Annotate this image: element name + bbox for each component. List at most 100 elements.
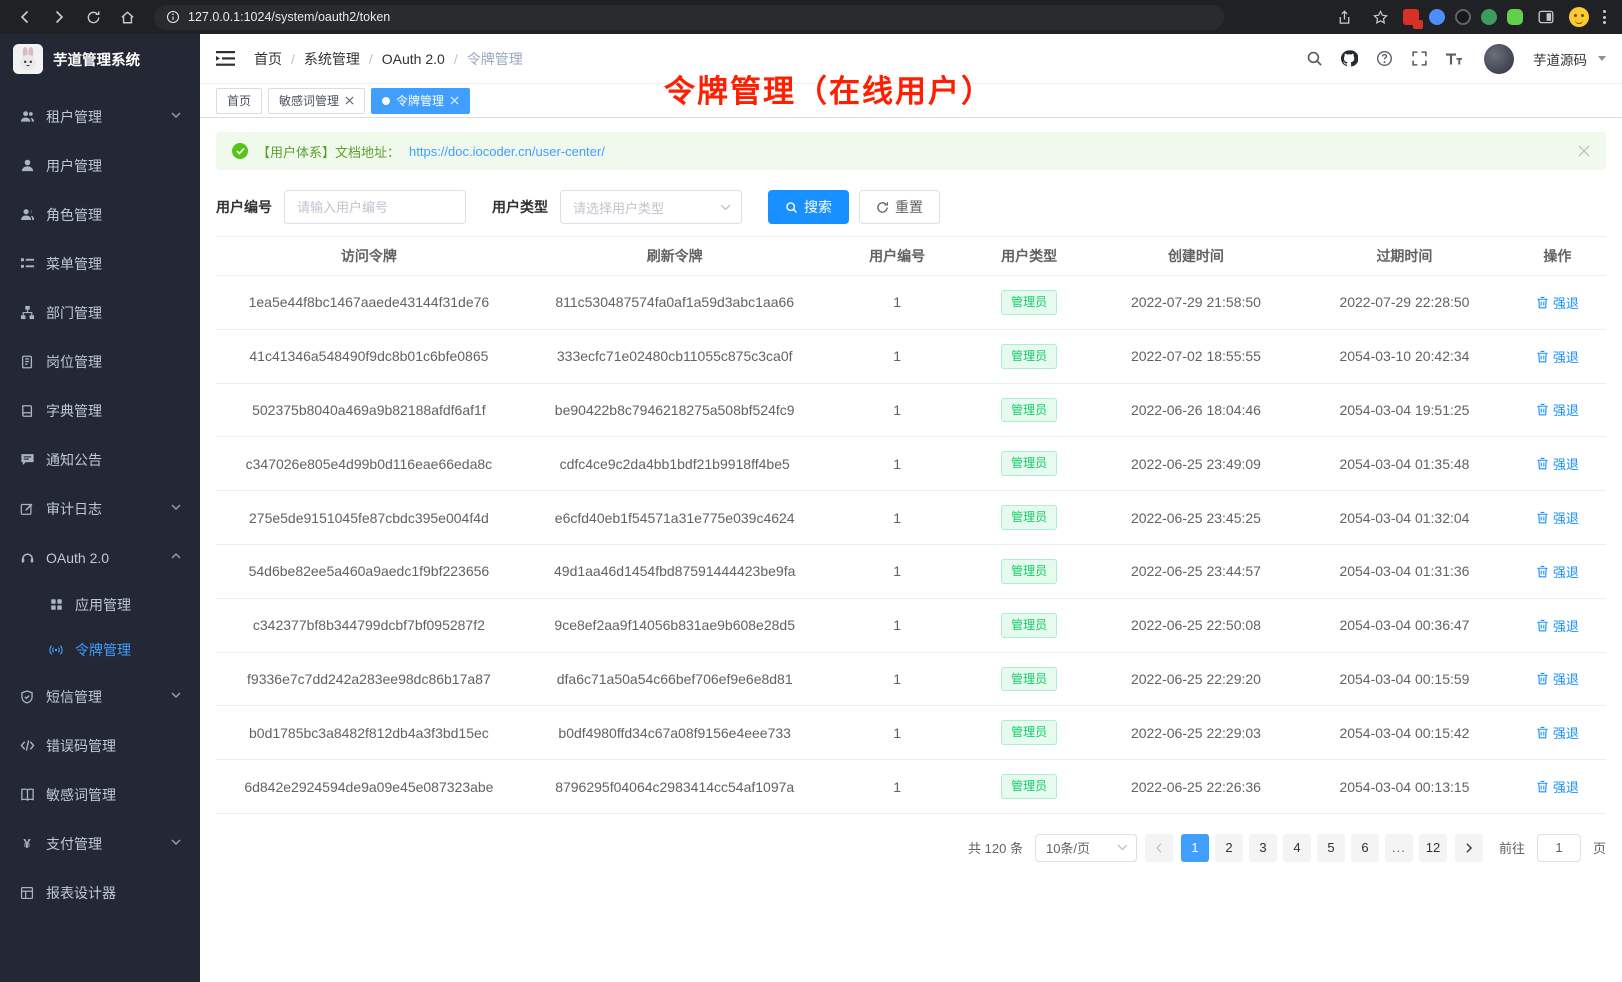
sidebar-item-dict[interactable]: 字典管理 <box>0 386 200 435</box>
sidebar-item-notice[interactable]: 通知公告 <box>0 435 200 484</box>
oauth-headset-icon <box>19 550 35 566</box>
pagination-page-button[interactable]: 3 <box>1249 834 1277 862</box>
sidebar-item-role[interactable]: 角色管理 <box>0 190 200 239</box>
sidebar-item-label: 敏感词管理 <box>46 785 181 805</box>
pagination-page-button[interactable]: 12 <box>1419 834 1447 862</box>
pagination-page-button[interactable]: 4 <box>1283 834 1311 862</box>
expires-at-cell: 2054-03-04 00:36:47 <box>1300 598 1509 652</box>
extension-icon[interactable] <box>1429 9 1445 25</box>
extensions-puzzle-icon[interactable] <box>1507 9 1523 25</box>
goto-page-input[interactable] <box>1537 834 1581 862</box>
sidebar-item-audit-log[interactable]: 审计日志 <box>0 484 200 533</box>
pagination-page-button[interactable]: 2 <box>1215 834 1243 862</box>
browser-menu-icon[interactable] <box>1599 10 1610 24</box>
bookmark-star-icon[interactable] <box>1367 4 1393 30</box>
sidebar-item-label: 错误码管理 <box>46 736 181 756</box>
prev-page-button[interactable] <box>1145 834 1173 862</box>
col-user-type: 用户类型 <box>967 237 1092 276</box>
page-size-select[interactable]: 10条/页 <box>1035 834 1137 862</box>
sidebar-item-oauth2[interactable]: OAuth 2.0 <box>0 533 200 582</box>
close-icon[interactable] <box>1578 145 1590 157</box>
address-bar[interactable]: 127.0.0.1:1024/system/oauth2/token <box>154 5 1224 30</box>
sidebar-item-label: 字典管理 <box>46 401 181 421</box>
force-logout-button[interactable]: 强退 <box>1536 562 1579 581</box>
user-type-cell: 管理员 <box>967 544 1092 598</box>
pagination-ellipsis[interactable]: ... <box>1385 834 1413 862</box>
extension-icon[interactable] <box>1481 9 1497 25</box>
share-icon[interactable] <box>1331 4 1357 30</box>
pagination-page-button[interactable]: 6 <box>1351 834 1379 862</box>
force-logout-button[interactable]: 强退 <box>1536 616 1579 635</box>
tab-sensitive-word[interactable]: 敏感词管理 <box>268 88 365 114</box>
breadcrumb-item[interactable]: OAuth 2.0 <box>382 51 445 67</box>
menu-list-icon <box>19 256 35 272</box>
force-logout-button[interactable]: 强退 <box>1536 293 1579 312</box>
back-icon[interactable] <box>12 4 38 30</box>
github-icon[interactable] <box>1340 50 1358 68</box>
page-size-value: 10条/页 <box>1046 838 1090 857</box>
user-name[interactable]: 芋道源码 <box>1533 49 1587 69</box>
search-button[interactable]: 搜索 <box>768 190 849 224</box>
sidebar-item-oauth2-token[interactable]: 令牌管理 <box>0 627 200 672</box>
table-row: 6d842e2924594de9a09e45e087323abe 8796295… <box>216 760 1606 814</box>
sidebar-item-error-code[interactable]: 错误码管理 <box>0 721 200 770</box>
pagination-page-button[interactable]: 5 <box>1317 834 1345 862</box>
error-code-icon <box>19 738 35 754</box>
sidebar-item-tenant[interactable]: 租户管理 <box>0 92 200 141</box>
sidebar-item-menu[interactable]: 菜单管理 <box>0 239 200 288</box>
help-icon[interactable] <box>1375 50 1393 68</box>
reset-button[interactable]: 重置 <box>859 190 940 224</box>
extension-icon[interactable] <box>1403 9 1419 25</box>
reload-icon[interactable] <box>80 4 106 30</box>
alert-doc-link[interactable]: https://doc.iocoder.cn/user-center/ <box>409 144 605 159</box>
force-logout-button[interactable]: 强退 <box>1536 669 1579 688</box>
extension-icon[interactable] <box>1455 9 1471 25</box>
close-icon[interactable] <box>345 96 354 105</box>
search-icon <box>785 201 798 214</box>
sidebar-item-sensitive-word[interactable]: 敏感词管理 <box>0 770 200 819</box>
app-logo-row[interactable]: 芋道管理系统 <box>0 34 200 84</box>
split-view-icon[interactable] <box>1533 4 1559 30</box>
force-logout-button[interactable]: 强退 <box>1536 347 1579 366</box>
font-size-icon[interactable] <box>1445 50 1463 68</box>
next-page-button[interactable] <box>1455 834 1483 862</box>
user-id-input[interactable] <box>284 190 466 224</box>
forward-icon[interactable] <box>46 4 72 30</box>
user-avatar[interactable] <box>1484 44 1514 74</box>
force-logout-button[interactable]: 强退 <box>1536 454 1579 473</box>
sidebar-item-pay[interactable]: ¥ 支付管理 <box>0 819 200 868</box>
force-logout-button[interactable]: 强退 <box>1536 777 1579 796</box>
user-type-select[interactable]: 请选择用户类型 <box>560 190 742 224</box>
site-info-icon[interactable] <box>166 10 180 24</box>
search-icon[interactable] <box>1305 50 1323 68</box>
breadcrumb-item[interactable]: 首页 <box>254 49 282 69</box>
collapse-sidebar-icon[interactable] <box>216 49 238 69</box>
sidebar-item-user[interactable]: 用户管理 <box>0 141 200 190</box>
force-logout-button[interactable]: 强退 <box>1536 508 1579 527</box>
breadcrumb-item[interactable]: 系统管理 <box>304 49 360 69</box>
table-body: 1ea5e44f8bc1467aaede43144f31de76 811c530… <box>216 276 1606 814</box>
pagination-page-button[interactable]: 1 <box>1181 834 1209 862</box>
user-type-cell: 管理员 <box>967 383 1092 437</box>
force-logout-button[interactable]: 强退 <box>1536 400 1579 419</box>
close-icon[interactable] <box>450 96 459 105</box>
role-icon <box>19 207 35 223</box>
sidebar-item-dept[interactable]: 部门管理 <box>0 288 200 337</box>
dept-tree-icon <box>19 305 35 321</box>
sidebar-item-report-designer[interactable]: 报表设计器 <box>0 868 200 917</box>
chevron-down-icon[interactable] <box>1598 56 1606 61</box>
sidebar-item-sms[interactable]: 短信管理 <box>0 672 200 721</box>
force-logout-button[interactable]: 强退 <box>1536 723 1579 742</box>
sidebar-item-oauth2-app[interactable]: 应用管理 <box>0 582 200 627</box>
expires-at-cell: 2054-03-04 00:13:15 <box>1300 760 1509 814</box>
browser-profile-avatar[interactable] <box>1569 7 1589 27</box>
fullscreen-icon[interactable] <box>1410 50 1428 68</box>
tab-home[interactable]: 首页 <box>216 88 262 114</box>
sidebar-item-label: 应用管理 <box>75 595 181 615</box>
home-icon[interactable] <box>114 4 140 30</box>
table-row: 275e5de9151045fe87cbdc395e004f4d e6cfd40… <box>216 491 1606 545</box>
sidebar-item-label: 部门管理 <box>46 303 181 323</box>
table-row: f9336e7c7dd242a283ee98dc86b17a87 dfa6c71… <box>216 652 1606 706</box>
sidebar-item-post[interactable]: 岗位管理 <box>0 337 200 386</box>
tab-token[interactable]: 令牌管理 <box>371 88 470 114</box>
